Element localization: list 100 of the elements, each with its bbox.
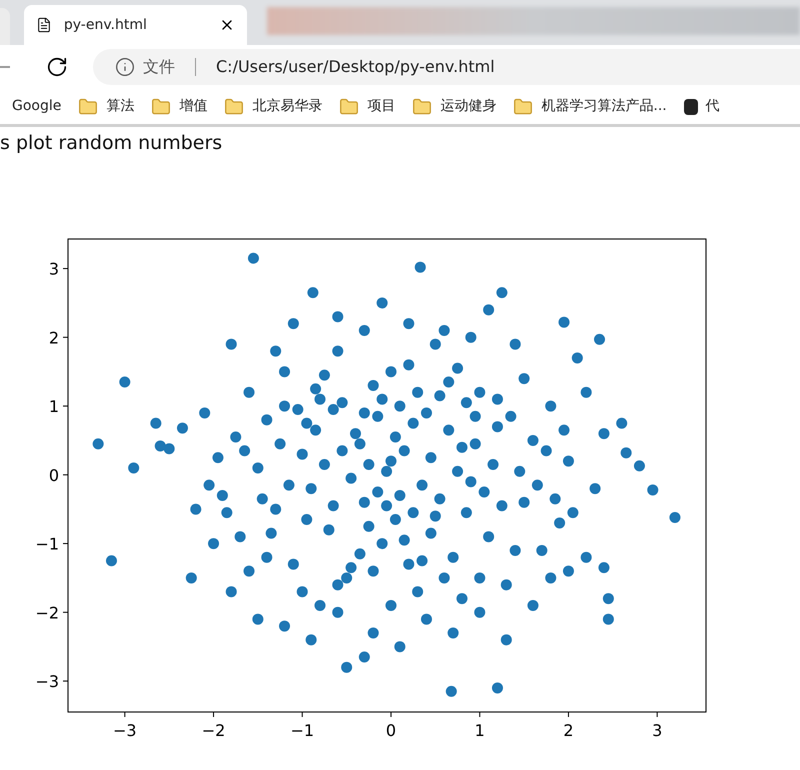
scatter-point [190,504,202,515]
scatter-point [230,432,242,442]
address-bar[interactable]: 文件 C:/Users/user/Desktop/py-env.html [93,49,800,85]
scatter-point [398,445,410,456]
scatter-point [492,394,503,405]
site-icon [684,98,698,114]
scatter-point [332,311,344,322]
bookmark[interactable]: 算法 [78,96,134,117]
scatter-point [306,634,317,646]
scatter-point [226,586,237,598]
scatter-point [150,418,162,429]
scatter-point [446,686,457,697]
scatter-point [176,422,188,434]
scatter-point [438,324,450,336]
scatter-point [270,346,282,357]
scatter-point [545,572,556,584]
scatter-point [368,627,379,638]
y-tick-label: −2 [35,603,59,622]
info-icon [115,57,135,77]
scatter-point [332,579,344,590]
scatter-point [336,397,348,408]
scatter-point [448,552,459,563]
scatter-point [620,447,632,458]
scatter-point [358,324,370,336]
scatter-point [358,496,370,508]
scatter-point [572,352,583,364]
scatter-point [510,338,521,350]
scatter-point [452,466,464,477]
scatter-point [221,507,232,518]
scatter-point [288,558,299,570]
scatter-point [420,614,432,625]
scatter-point [416,480,428,491]
scatter-point [358,407,370,418]
scatter-point [307,287,318,298]
y-tick-label: 2 [48,328,59,348]
scatter-point [567,507,578,518]
scatter-point [594,334,606,345]
scatter-point [412,386,424,398]
scatter-point [430,510,441,522]
browser-tab[interactable]: py-env.html [24,5,248,45]
scatter-point [363,520,374,532]
scatter-point [456,442,468,453]
scatter-point [414,262,426,273]
scatter-point [376,538,388,550]
x-tick-label: −3 [113,721,137,740]
bookmark[interactable]: Google [12,96,62,117]
scatter-point [186,572,197,584]
bookmark[interactable]: 增值 [151,96,208,117]
bookmark[interactable]: 代 [684,96,720,117]
scatter-point [470,438,481,450]
scatter-point [602,614,614,625]
scatter-point [92,438,104,450]
scatter-point [310,424,322,436]
scatter-point [252,614,264,625]
scatter-point [252,462,264,474]
folder-icon [151,96,172,116]
scatter-point [204,480,215,491]
scatter-point [505,410,516,422]
scatter-point [283,480,294,491]
scatter-point [408,418,419,429]
scatter-point [318,370,330,381]
scatter-point [323,524,334,536]
x-tick-label: 1 [474,721,485,740]
scatter-point [416,555,428,566]
folder-icon [339,96,360,116]
scatter-point [310,383,322,394]
scatter-point [216,490,228,501]
scatter-point [408,507,419,518]
scatter-point [465,476,476,488]
scatter-point [270,504,282,515]
scatter-point [616,418,628,429]
scatter-point [372,410,384,422]
bookmark[interactable]: 北京易华录 [224,96,322,117]
tab-edge [0,8,10,45]
scatter-point [438,572,450,584]
bookmark[interactable]: 运动健身 [412,96,496,117]
scatter-point [474,572,486,584]
scatter-point [562,456,574,467]
scatter-point [363,459,374,470]
scatter-point [452,362,464,374]
scatter-point [328,404,339,415]
url-text: C:/Users/user/Desktop/py-env.html [216,56,495,78]
scatter-point [562,566,574,577]
scatter-point [527,600,538,611]
scatter-point [558,424,570,436]
scatter-point [420,407,432,418]
bookmark[interactable]: 项目 [339,96,396,117]
reload-icon[interactable] [46,56,68,78]
bookmark[interactable]: 机器学习算法产品... [513,96,667,117]
scatter-point [274,438,286,450]
scatter-point [443,376,454,388]
scatter-point [386,456,396,467]
scatter-point [346,472,357,484]
scatter-point [532,480,543,491]
x-tick-label: 0 [386,721,396,740]
scatter-point [346,562,357,574]
scatter-point [199,407,210,418]
scatter-point [434,493,446,504]
scatter-point [488,459,499,470]
scatter-point [536,544,548,556]
